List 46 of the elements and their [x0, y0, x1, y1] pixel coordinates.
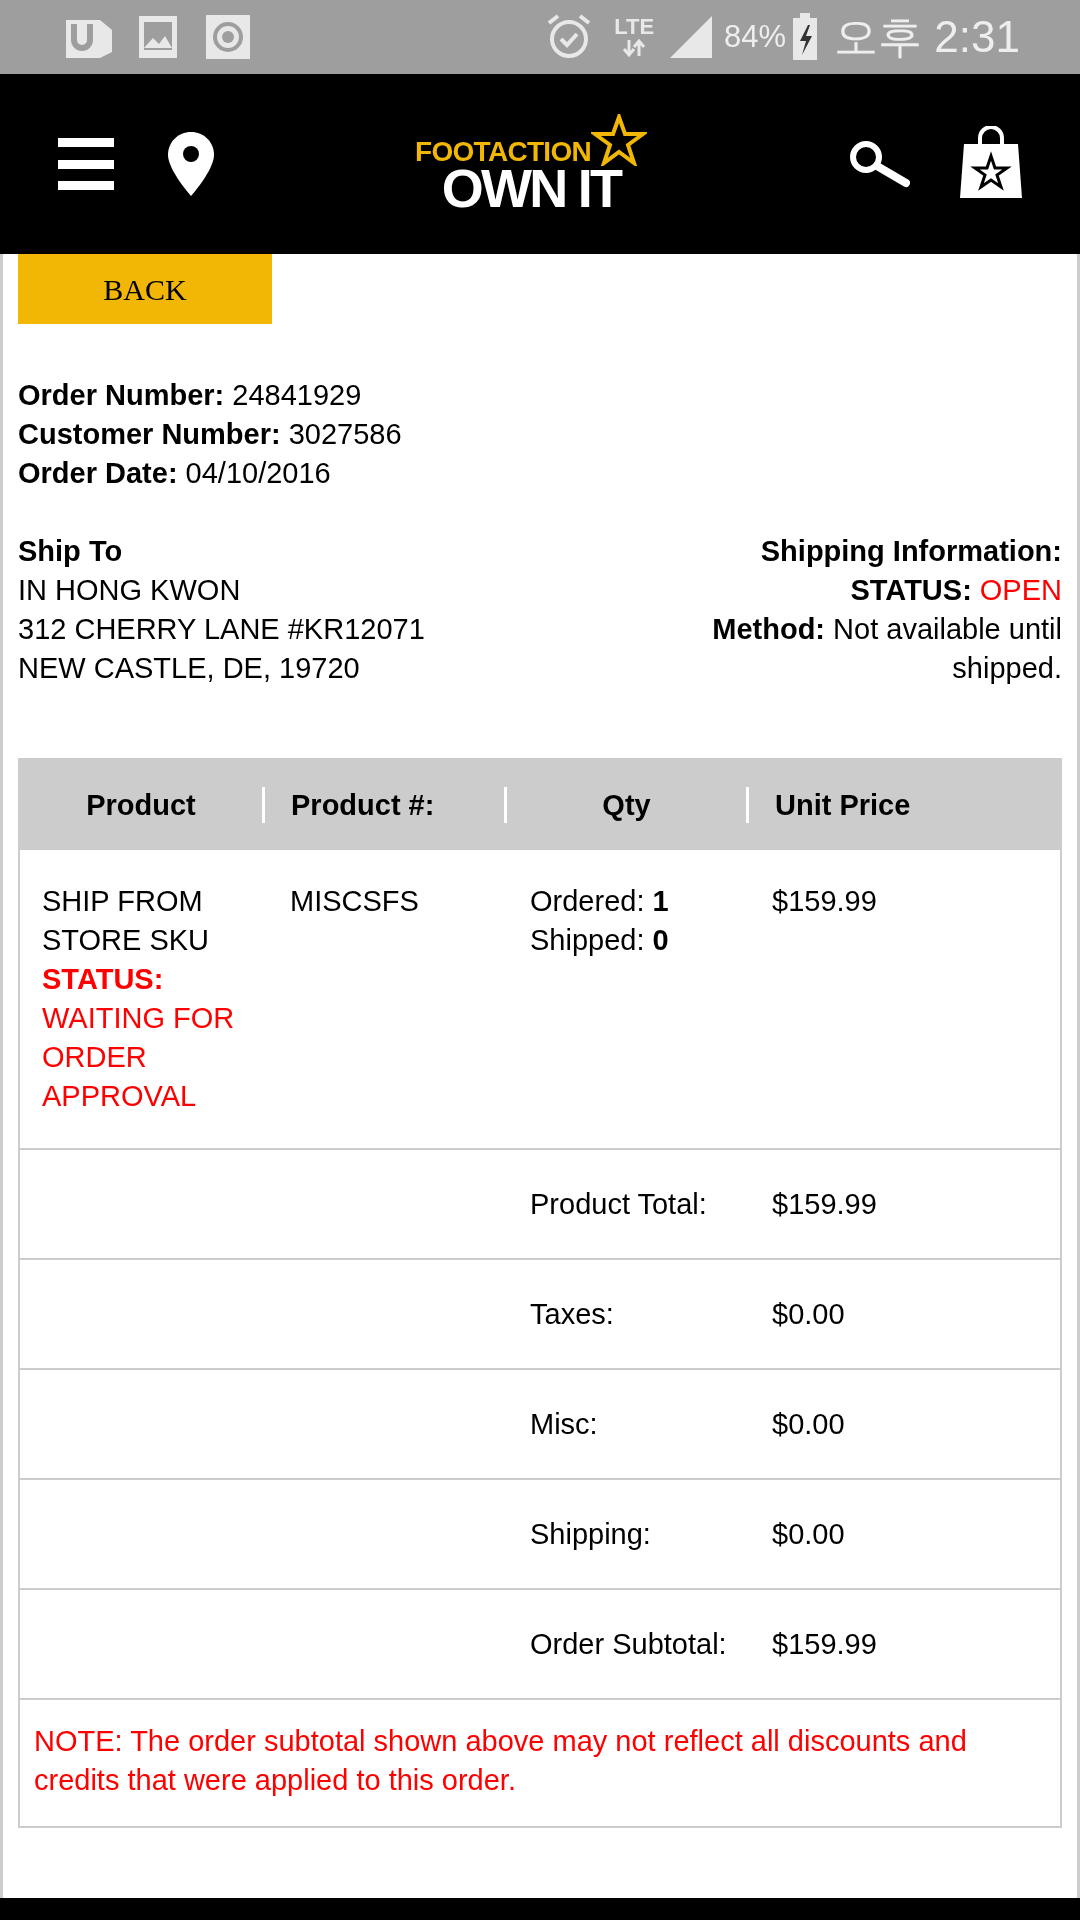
data-arrows-icon	[622, 38, 647, 58]
product-name: SHIP FROM STORE SKU	[42, 884, 211, 958]
order-detail-line: Order Number: 24841929	[18, 378, 363, 413]
address-line: IN HONG KWON	[18, 573, 242, 608]
star-icon	[591, 114, 647, 166]
summary-value: $0.00	[772, 1297, 845, 1330]
summary-value: $0.00	[772, 1517, 845, 1550]
order-detail-line: Order Date: 04/10/2016	[18, 456, 332, 491]
image-icon	[138, 15, 178, 59]
status-label: STATUS:	[850, 573, 972, 608]
summary-label: Order Subtotal:	[530, 1627, 727, 1660]
shipping-info-heading: Shipping Information:	[760, 534, 1062, 569]
battery-percent: 84%	[724, 17, 787, 56]
summary-label: Misc:	[530, 1407, 598, 1440]
column-header: Product #:	[291, 787, 435, 823]
shipping-method-text: Method: Not available until shipped.	[711, 612, 1062, 686]
product-number: MISCSFS	[290, 885, 419, 917]
address-line: 312 CHERRY LANE #KR12071	[18, 612, 425, 647]
ship-to-heading: Ship To	[18, 534, 124, 569]
summary-label: Product Total:	[530, 1187, 707, 1220]
network-type-label: LTE	[614, 16, 655, 38]
order-detail-line: Customer Number: 3027586	[18, 417, 403, 452]
search-icon[interactable]	[848, 139, 910, 189]
battery-charging-icon	[792, 13, 819, 61]
column-header: Unit Price	[775, 787, 911, 823]
order-note: NOTE: The order subtotal shown above may not reflect all discounts and credits that were applied to this order.	[34, 1724, 968, 1798]
back-button[interactable]: BACK	[18, 254, 272, 324]
summary-value: $159.99	[772, 1627, 877, 1660]
menu-icon[interactable]	[58, 138, 114, 190]
summary-value: $159.99	[772, 1187, 877, 1220]
ordered-quantity: Ordered: 1	[530, 884, 670, 919]
address-line: NEW CASTLE, DE, 19720	[18, 651, 361, 686]
shipped-quantity: Shipped: 0	[530, 923, 670, 958]
column-header: Qty	[602, 787, 651, 823]
alarm-clock-icon	[546, 13, 593, 61]
product-status: STATUS: WAITING FOR ORDER APPROVAL	[42, 962, 236, 1114]
location-pin-icon[interactable]	[168, 132, 214, 196]
summary-label: Shipping:	[530, 1517, 651, 1550]
clock-time: 오후 2:31	[834, 11, 1020, 63]
summary-value: $0.00	[772, 1407, 845, 1440]
summary-label: Taxes:	[530, 1297, 614, 1330]
record-icon	[206, 15, 250, 59]
status-value: OPEN	[979, 573, 1062, 608]
column-header: Product	[86, 787, 196, 823]
unit-price: $159.99	[772, 885, 877, 917]
signal-icon	[668, 14, 715, 60]
